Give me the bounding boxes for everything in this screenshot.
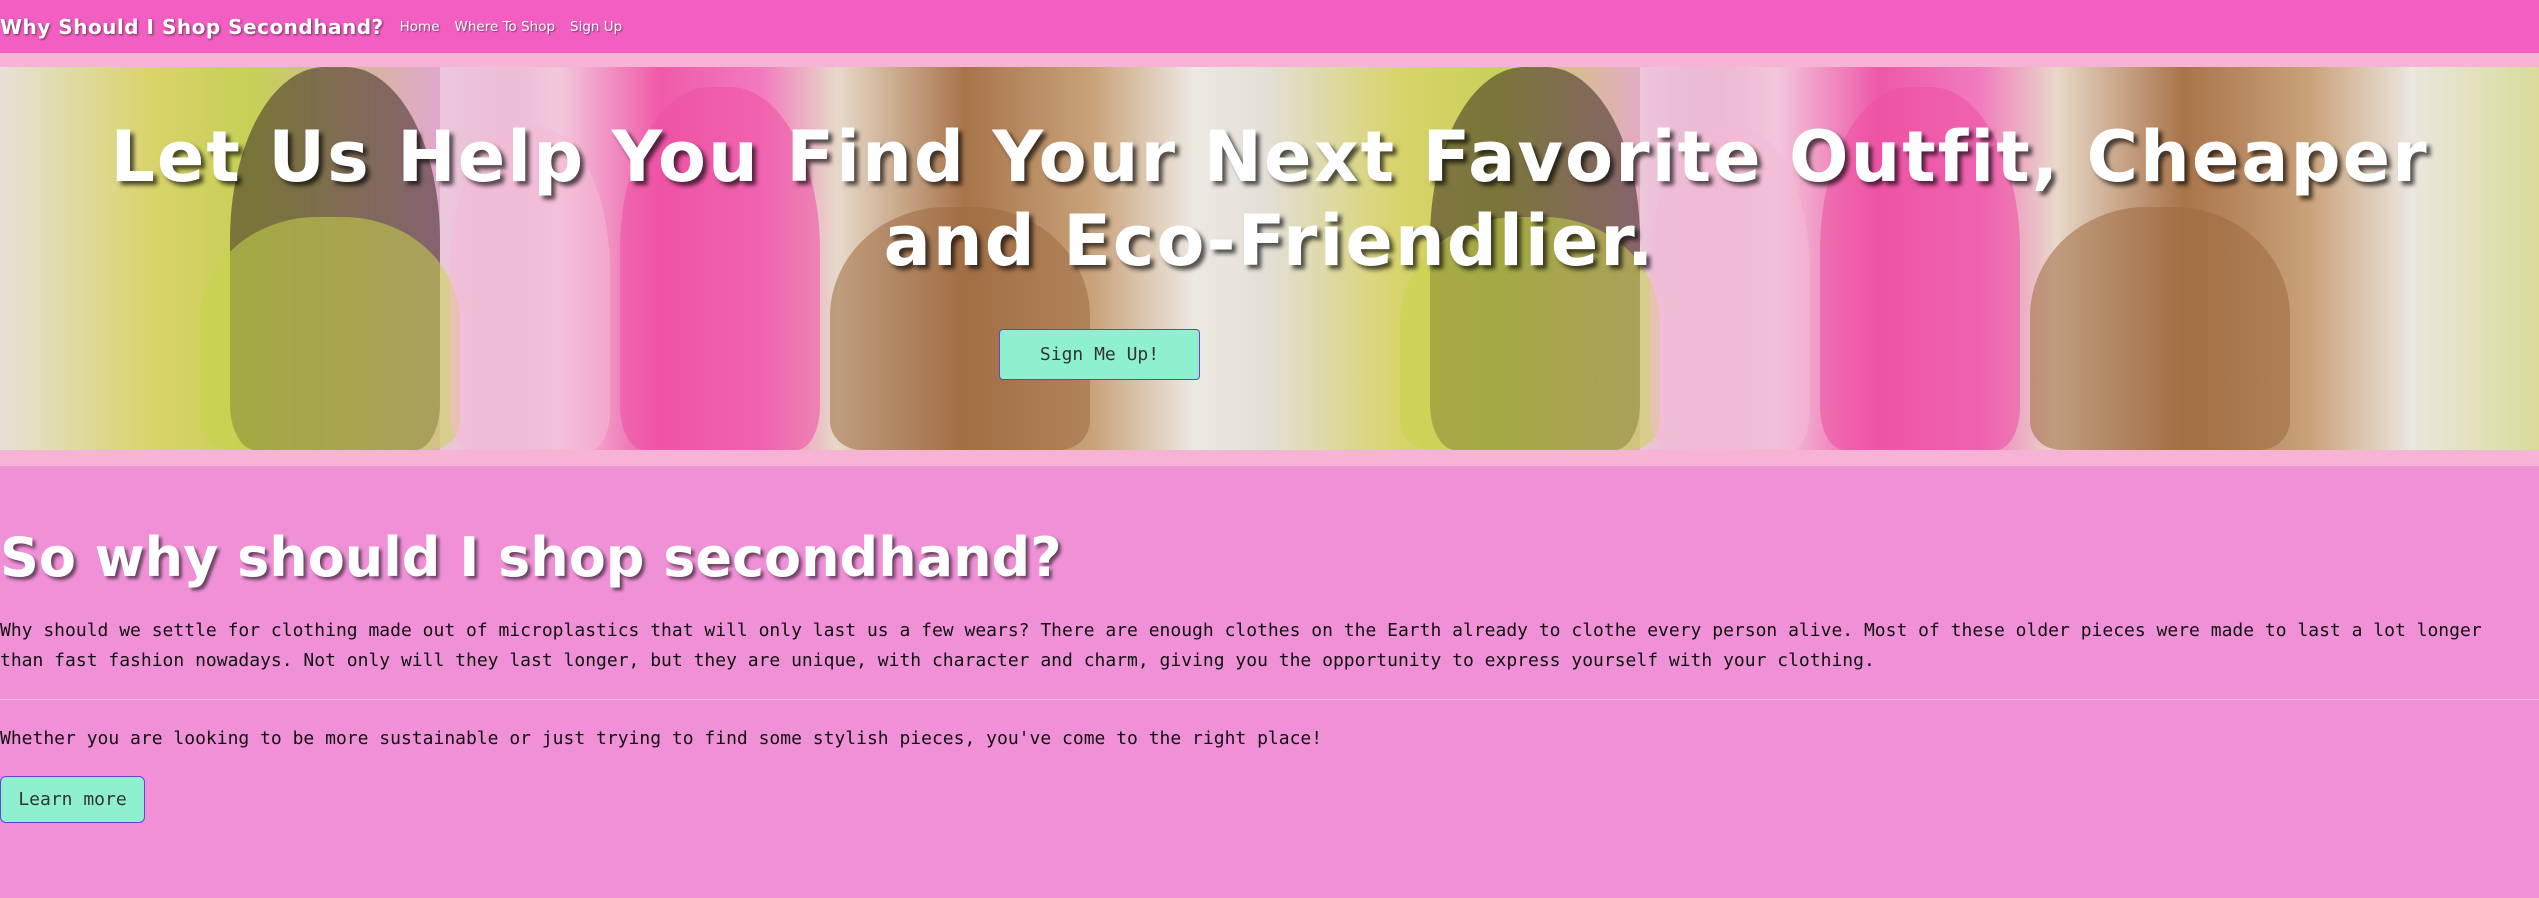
sign-me-up-button[interactable]: Sign Me Up!	[999, 329, 1200, 380]
main-content: So why should I shop secondhand? Why sho…	[0, 466, 2539, 898]
nav-link-where-to-shop[interactable]: Where To Shop	[455, 19, 556, 35]
navbar: Why Should I Shop Secondhand? Home Where…	[0, 0, 2539, 53]
nav-link-home[interactable]: Home	[400, 19, 440, 35]
section-heading: So why should I shop secondhand?	[0, 526, 1062, 589]
hero-banner: Let Us Help You Find Your Next Favorite …	[0, 53, 2539, 466]
divider	[0, 699, 2539, 700]
hero-title: Let Us Help You Find Your Next Favorite …	[110, 116, 2429, 282]
nav-links: Home Where To Shop Sign Up	[400, 19, 638, 35]
learn-more-button[interactable]: Learn more	[0, 776, 145, 823]
hero-border-bottom	[0, 450, 2539, 466]
brand-link[interactable]: Why Should I Shop Secondhand?	[0, 15, 384, 39]
intro-paragraph: Why should we settle for clothing made o…	[0, 620, 2482, 671]
nav-link-sign-up[interactable]: Sign Up	[570, 19, 622, 35]
hero-border-top	[0, 53, 2539, 67]
closing-paragraph: Whether you are looking to be more susta…	[0, 728, 1323, 749]
